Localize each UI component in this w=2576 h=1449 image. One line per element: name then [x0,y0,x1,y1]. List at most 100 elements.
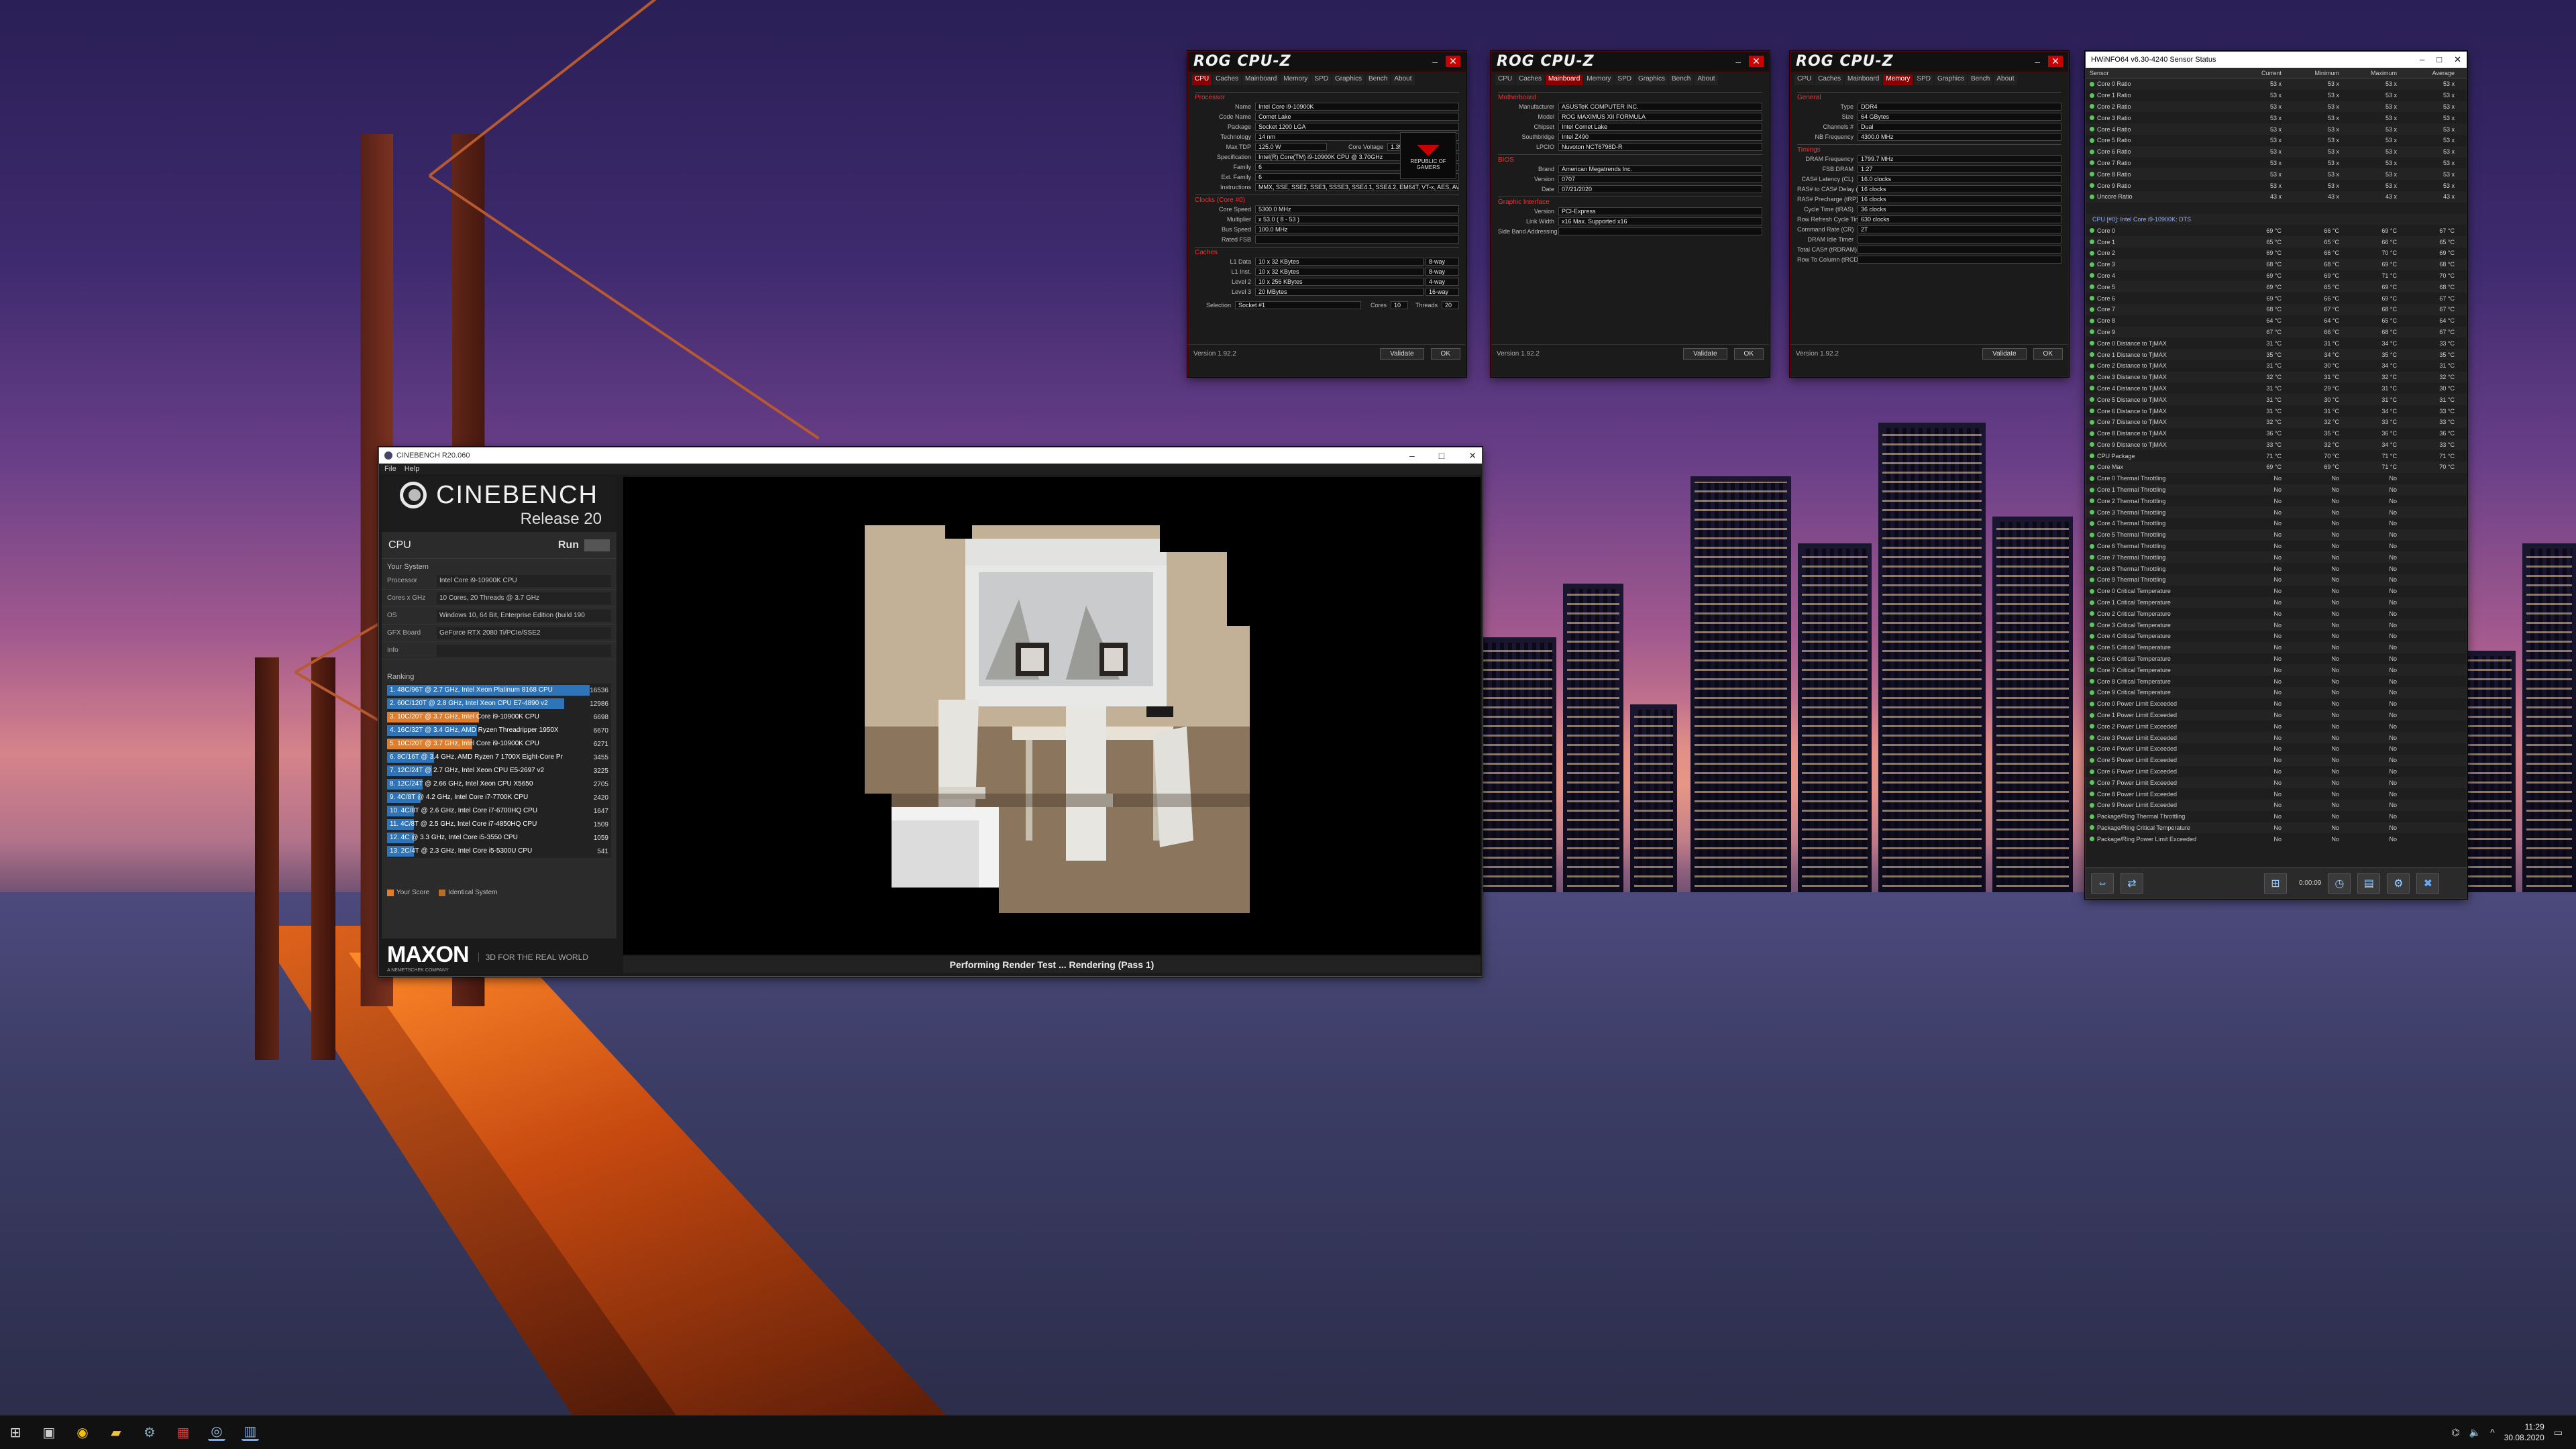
clock-icon[interactable]: ◷ [2328,873,2351,894]
cpuz-window-cpu[interactable]: ROG CPU-Z – ✕ CPU Caches Mainboard Memory SPD Gr… [1187,51,1466,377]
tab-spd[interactable]: SPD [1311,74,1331,85]
close-icon[interactable]: ✕ [1446,56,1460,67]
sensor-row[interactable]: Core 0 Thermal Throttling No No No [2086,473,2467,484]
ranking-row[interactable]: 6. 8C/16T @ 3.4 GHz, AMD Ryzen 7 1700X E… [387,751,611,764]
sensor-row[interactable]: Core Max 69 °C 69 °C 71 °C 70 °C [2086,462,2467,473]
sensor-row[interactable]: Core 3 68 °C 68 °C 69 °C 68 °C [2086,258,2467,270]
tab-spd[interactable]: SPD [1615,74,1634,85]
ok-button[interactable]: OK [1733,348,1764,360]
cpuz-window-mainboard[interactable]: ROG CPU-Z – ✕ CPU Caches Mainboard Memory SPD Gr… [1491,51,1770,377]
ranking-row[interactable]: 8. 12C/24T @ 2.66 GHz, Intel Xeon CPU X5… [387,777,611,791]
close-x-icon[interactable]: ✖ [2416,873,2440,894]
tab-caches[interactable]: Caches [1213,74,1242,85]
sensor-row[interactable]: Core 5 Critical Temperature No No No [2086,641,2467,653]
ok-button[interactable]: OK [1430,348,1460,360]
ranking-row[interactable]: 10. 4C/8T @ 2.6 GHz, Intel Core i7-6700H… [387,804,611,818]
sensor-row[interactable]: Core 2 69 °C 66 °C 70 °C 69 °C [2086,248,2467,259]
col-average[interactable]: Average [2402,70,2460,76]
tray-network-icon[interactable]: ⌬ [2451,1427,2459,1438]
close-icon[interactable]: ✕ [2454,54,2461,65]
sensor-row[interactable]: Core 6 Distance to TjMAX 31 °C 31 °C 34 °C 3… [2086,405,2467,417]
cinebench-window[interactable]: CINEBENCH R20.060 – □ ✕ File Help CINEBENC… [378,447,1483,977]
sensor-row[interactable]: Core 2 Distance to TjMAX 31 °C 30 °C 34 °C 3… [2086,360,2467,372]
hwinfo-sensor-list[interactable]: Core 0 Ratio 53 x 53 x 53 x 53 x Core 1 Ratio… [2086,78,2467,867]
sensor-row[interactable]: Core 1 Critical Temperature No No No [2086,596,2467,608]
sensor-row[interactable]: Core 4 Power Limit Exceeded No No No [2086,743,2467,755]
sensor-row[interactable]: Core 7 Distance to TjMAX 32 °C 32 °C 33 °C 3… [2086,416,2467,428]
sensor-row[interactable]: Package/Ring Thermal Throttling No No No [2086,811,2467,822]
sensor-row[interactable]: Core 8 Critical Temperature No No No [2086,676,2467,687]
minimize-icon[interactable]: – [1432,56,1438,67]
minimize-icon[interactable]: – [1409,450,1415,462]
ranking-row[interactable]: 1. 48C/96T @ 2.7 GHz, Intel Xeon Platinu… [387,684,611,697]
ranking-row[interactable]: 11. 4C/8T @ 2.5 GHz, Intel Core i7-4850H… [387,818,611,831]
col-current[interactable]: Current [2229,70,2287,76]
tab-mainboard[interactable]: Mainboard [1845,74,1882,85]
menu-file[interactable]: File [384,465,396,473]
menu-help[interactable]: Help [405,465,420,473]
close-icon[interactable]: ✕ [1749,56,1764,67]
sensor-row[interactable]: Core 9 Distance to TjMAX 33 °C 32 °C 34 °C 3… [2086,439,2467,451]
cpuz-taskbar-icon[interactable]: ▦ [174,1424,192,1441]
tab-about[interactable]: About [1695,74,1718,85]
sensor-row[interactable]: Core 8 64 °C 64 °C 65 °C 64 °C [2086,315,2467,327]
render-viewport[interactable] [623,477,1481,955]
tab-cpu[interactable]: CPU [1794,74,1815,85]
sensor-row[interactable]: Core 8 Distance to TjMAX 36 °C 35 °C 36 °C 3… [2086,428,2467,439]
report-icon[interactable]: ▤ [2357,873,2381,894]
sensor-row[interactable]: Core 7 Ratio 53 x 53 x 53 x 53 x [2086,158,2467,169]
cinebench-taskbar-icon[interactable]: ◎ [208,1424,225,1441]
sensor-row[interactable]: Core 8 Power Limit Exceeded No No No [2086,788,2467,800]
cinebench-titlebar[interactable]: CINEBENCH R20.060 – □ ✕ [379,447,1482,464]
sensor-row[interactable]: Core 3 Thermal Throttling No No No [2086,506,2467,519]
steam-icon[interactable]: ⚙ [141,1424,158,1441]
sensor-row[interactable]: Core 2 Ratio 53 x 53 x 53 x 53 x [2086,101,2467,113]
cpuz-titlebar[interactable]: ROG CPU-Z – ✕ [1790,52,2068,72]
sensor-row[interactable]: Core 6 Ratio 53 x 53 x 53 x 53 x [2086,146,2467,158]
ranking-row[interactable]: 4. 16C/32T @ 3.4 GHz, AMD Ryzen Threadri… [387,724,611,737]
tab-bench[interactable]: Bench [1669,74,1694,85]
sensor-row[interactable]: Core 4 Ratio 53 x 53 x 53 x 53 x [2086,123,2467,135]
tab-memory[interactable]: Memory [1883,74,1913,85]
sensor-row[interactable]: Core 5 Distance to TjMAX 31 °C 30 °C 31 °C 3… [2086,394,2467,406]
sensor-row[interactable]: Core 2 Thermal Throttling No No No [2086,495,2467,506]
tray-clock[interactable]: 11:29 30.08.2020 [2504,1421,2544,1443]
minimize-icon[interactable]: – [1735,56,1741,67]
start-windows-icon[interactable]: ⊞ [7,1424,24,1441]
tab-memory[interactable]: Memory [1281,74,1311,85]
col-minimum[interactable]: Minimum [2287,70,2345,76]
sensor-row[interactable]: Core 0 Distance to TjMAX 31 °C 31 °C 34 °C 3… [2086,337,2467,349]
tab-graphics[interactable]: Graphics [1635,74,1668,85]
tab-about[interactable]: About [1391,74,1415,85]
tab-caches[interactable]: Caches [1815,74,1844,85]
close-icon[interactable]: ✕ [2048,56,2063,67]
sensor-row[interactable]: Core 5 69 °C 65 °C 69 °C 68 °C [2086,281,2467,293]
sensor-row[interactable]: Core 6 Thermal Throttling No No No [2086,541,2467,552]
run-button[interactable]: Run [558,539,579,551]
sensor-row[interactable]: Core 3 Ratio 53 x 53 x 53 x 53 x [2086,112,2467,123]
sensor-row[interactable]: Core 5 Thermal Throttling No No No [2086,529,2467,541]
sensor-row[interactable]: Core 1 Thermal Throttling No No No [2086,484,2467,496]
sensor-row[interactable]: Core 0 Ratio 53 x 53 x 53 x 53 x [2086,78,2467,90]
sensor-row[interactable]: Core 3 Critical Temperature No No No [2086,619,2467,631]
col-maximum[interactable]: Maximum [2345,70,2402,76]
file-explorer-icon[interactable]: ▰ [107,1424,125,1441]
ranking-row[interactable]: 12. 4C @ 3.3 GHz, Intel Core i5-3550 CPU… [387,831,611,845]
sensor-row[interactable]: Core 0 69 °C 66 °C 69 °C 67 °C [2086,225,2467,236]
sensor-row[interactable]: Core 9 Power Limit Exceeded No No No [2086,800,2467,811]
maximize-icon[interactable]: □ [2436,54,2442,65]
sensor-row[interactable]: Core 4 Critical Temperature No No No [2086,631,2467,642]
tray-volume-icon[interactable]: 🔈 [2469,1427,2481,1438]
settings-gear-icon[interactable]: ⚙ [2387,873,2410,894]
tab-caches[interactable]: Caches [1516,74,1545,85]
sensor-row[interactable]: Core 5 Power Limit Exceeded No No No [2086,754,2467,766]
sensor-row[interactable]: Core 3 Power Limit Exceeded No No No [2086,732,2467,744]
sensor-row[interactable]: Core 0 Critical Temperature No No No [2086,586,2467,597]
tab-bench[interactable]: Bench [1968,74,1993,85]
ranking-row[interactable]: 13. 2C/4T @ 2.3 GHz, Intel Core i5-5300U… [387,845,611,858]
sensor-row[interactable]: Core 9 Ratio 53 x 53 x 53 x 53 x [2086,180,2467,191]
ranking-row[interactable]: 3. 10C/20T @ 3.7 GHz, Intel Core i9-1090… [387,710,611,724]
ranking-row[interactable]: 2. 60C/120T @ 2.8 GHz, Intel Xeon CPU E7… [387,697,611,710]
tab-memory[interactable]: Memory [1584,74,1614,85]
tab-cpu[interactable]: CPU [1192,74,1212,85]
